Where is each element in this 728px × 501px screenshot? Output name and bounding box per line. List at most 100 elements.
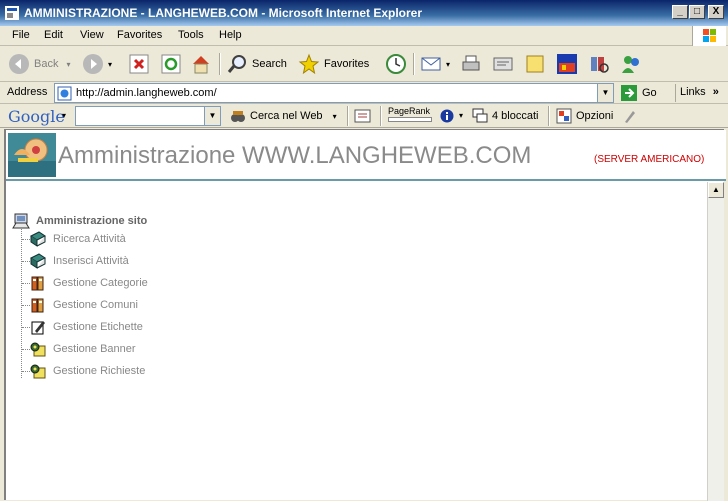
cerca-label: Cerca nel Web [250, 110, 323, 122]
info-icon [440, 109, 454, 123]
info-button[interactable] [440, 109, 454, 126]
tree-item-gestione-etichette[interactable]: Gestione Etichette [22, 319, 143, 335]
research-button[interactable] [588, 51, 614, 77]
notes-button[interactable] [524, 51, 550, 77]
research-icon [591, 57, 609, 73]
poker-button[interactable] [556, 51, 582, 77]
tree-item-label: Gestione Etichette [53, 321, 143, 333]
computer-icon [12, 213, 30, 229]
minimize-button[interactable]: _ [672, 5, 688, 19]
favorites-button[interactable]: Favorites [298, 51, 369, 77]
scroll-up-icon[interactable]: ▲ [708, 182, 724, 198]
address-bar: Address http://admin.langheweb.com/ ▼ Go… [0, 82, 728, 104]
vertical-scrollbar[interactable]: ▲ [707, 182, 724, 501]
search-label: Search [252, 58, 287, 70]
mail-button[interactable]: ▾ [420, 51, 450, 77]
binder-icon [31, 298, 44, 313]
edit-page-button[interactable] [492, 51, 518, 77]
menu-file[interactable]: File [12, 29, 30, 41]
window-title: AMMINISTRAZIONE - LANGHEWEB.COM - Micros… [24, 6, 423, 20]
chevron-right-icon: » [712, 86, 719, 98]
messenger-button[interactable] [620, 51, 646, 77]
edit-page-icon [493, 57, 513, 71]
home-button[interactable] [190, 51, 216, 77]
page-viewport: Amministrazione WWW.LANGHEWEB.COM (SERVE… [4, 129, 726, 501]
tree-root[interactable]: Amministrazione sito [12, 212, 147, 230]
pagerank-label: PageRank [388, 106, 431, 116]
stop-button[interactable] [128, 51, 154, 77]
printer-icon [462, 55, 480, 71]
menu-edit[interactable]: Edit [44, 29, 63, 41]
menu-view[interactable]: View [80, 29, 104, 41]
address-dropdown-icon[interactable]: ▼ [597, 84, 613, 102]
forward-arrow-icon [83, 54, 103, 74]
star-icon [298, 53, 320, 75]
tree-item-label: Gestione Comuni [53, 299, 138, 311]
opzioni-label: Opzioni [576, 110, 614, 122]
tree-item-gestione-banner[interactable]: Gestione Banner [22, 341, 136, 357]
back-label: Back [34, 58, 59, 70]
forward-button[interactable]: ▾ [82, 51, 112, 77]
google-toolbar: Google ▾ ▼ Cerca nel Web ▾ PageRank ▾ 4 … [0, 104, 728, 128]
search-icon [227, 55, 246, 73]
refresh-icon [161, 54, 181, 74]
tree-item-inserisci-attivita[interactable]: Inserisci Attività [22, 253, 129, 269]
options-icon [556, 108, 572, 124]
cerca-nel-web-button[interactable]: Cerca nel Web ▾ [230, 108, 337, 124]
news-button[interactable] [354, 108, 372, 127]
toolbar-separator [380, 106, 382, 126]
popup-blocker-button[interactable]: 4 bloccati [472, 108, 538, 124]
go-button[interactable]: Go [620, 84, 657, 102]
google-search-input[interactable]: ▼ [75, 106, 221, 126]
toolbar-separator [219, 53, 221, 75]
pagerank-bar [388, 117, 432, 122]
tree-item-gestione-categorie[interactable]: Gestione Categorie [22, 275, 148, 291]
ie-window: AMMINISTRAZIONE - LANGHEWEB.COM - Micros… [0, 0, 728, 501]
address-label: Address [7, 86, 48, 98]
note-icon [526, 55, 544, 73]
address-input[interactable]: http://admin.langheweb.com/ ▼ [54, 83, 614, 103]
print-button[interactable] [460, 51, 486, 77]
toolbar-separator [347, 106, 349, 126]
chevron-down-icon[interactable]: ▾ [62, 111, 66, 120]
go-arrow-icon [621, 85, 637, 101]
maximize-button[interactable]: □ [689, 5, 705, 19]
favorites-label: Favorites [324, 58, 370, 70]
tree-item-label: Ricerca Attività [53, 233, 126, 245]
windows-logo-icon [692, 26, 726, 46]
search-button[interactable]: Search [226, 51, 287, 77]
google-logo[interactable]: Google [8, 107, 65, 126]
back-button[interactable]: Back ▾ [8, 51, 70, 77]
binoculars-icon [231, 111, 245, 122]
page-banner: Amministrazione WWW.LANGHEWEB.COM (SERVE… [6, 130, 726, 181]
langheweb-logo [8, 133, 56, 177]
history-button[interactable] [385, 51, 411, 77]
highlight-button[interactable] [622, 108, 636, 127]
close-button[interactable]: X [708, 5, 724, 19]
refresh-button[interactable] [160, 51, 186, 77]
news-icon [354, 109, 371, 123]
tree-root-label: Amministrazione sito [36, 215, 148, 227]
book-icon [30, 253, 46, 269]
tree-item-gestione-comuni[interactable]: Gestione Comuni [22, 297, 138, 313]
poker-icon [557, 54, 577, 74]
popup-blocker-icon [472, 108, 488, 123]
tree-item-ricerca-attivita[interactable]: Ricerca Attività [22, 231, 126, 247]
address-url: http://admin.langheweb.com/ [76, 87, 217, 99]
opzioni-button[interactable]: Opzioni [556, 108, 613, 124]
mail-icon [421, 57, 441, 71]
menu-favorites[interactable]: Favorites [117, 29, 162, 41]
ie-app-icon [5, 6, 19, 20]
links-button[interactable]: Links » [675, 84, 719, 102]
tree-item-gestione-richieste[interactable]: Gestione Richieste [22, 363, 145, 379]
tree-item-label: Gestione Richieste [53, 365, 146, 377]
menu-help[interactable]: Help [219, 29, 242, 41]
key-icon [30, 364, 46, 379]
google-search-dropdown-icon[interactable]: ▼ [204, 107, 220, 125]
chevron-down-icon[interactable]: ▾ [459, 111, 463, 120]
title-bar[interactable]: AMMINISTRAZIONE - LANGHEWEB.COM - Micros… [0, 0, 728, 26]
page-icon [57, 86, 72, 101]
menu-tools[interactable]: Tools [178, 29, 204, 41]
tree-item-label: Gestione Categorie [53, 277, 148, 289]
menu-bar: File Edit View Favorites Tools Help [0, 26, 728, 46]
